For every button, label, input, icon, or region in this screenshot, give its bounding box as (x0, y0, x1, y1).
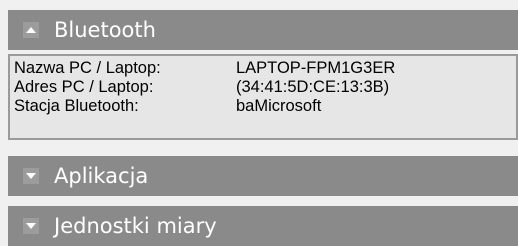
section-title-jednostki-miary: Jednostki miary (54, 213, 217, 238)
bt-station-value: baMicrosoft (236, 97, 322, 115)
pc-name-value: LAPTOP-FPM1G3ER (236, 59, 396, 77)
section-header-aplikacja[interactable]: Aplikacja (8, 156, 518, 196)
pc-name-label: Nazwa PC / Laptop: (14, 59, 161, 77)
chevron-down-icon (23, 218, 39, 234)
bluetooth-info-box: Nazwa PC / Laptop: LAPTOP-FPM1G3ER Adres… (8, 54, 518, 140)
section-header-bluetooth[interactable]: Bluetooth (8, 10, 518, 50)
info-row-pc-name: Nazwa PC / Laptop: LAPTOP-FPM1G3ER (14, 59, 516, 78)
bt-station-label: Stacja Bluetooth: (14, 97, 139, 115)
settings-panel: Bluetooth Nazwa PC / Laptop: LAPTOP-FPM1… (0, 0, 518, 246)
section-title-aplikacja: Aplikacja (54, 163, 149, 188)
pc-address-label: Adres PC / Laptop: (14, 78, 154, 96)
chevron-up-icon (23, 22, 39, 38)
pc-address-value: (34:41:5D:CE:13:3B) (236, 78, 390, 96)
section-header-jednostki-miary[interactable]: Jednostki miary (8, 206, 518, 246)
info-row-pc-address: Adres PC / Laptop: (34:41:5D:CE:13:3B) (14, 78, 516, 97)
section-title-bluetooth: Bluetooth (54, 17, 156, 42)
info-row-bt-station: Stacja Bluetooth: baMicrosoft (14, 97, 516, 116)
chevron-down-icon (23, 168, 39, 184)
